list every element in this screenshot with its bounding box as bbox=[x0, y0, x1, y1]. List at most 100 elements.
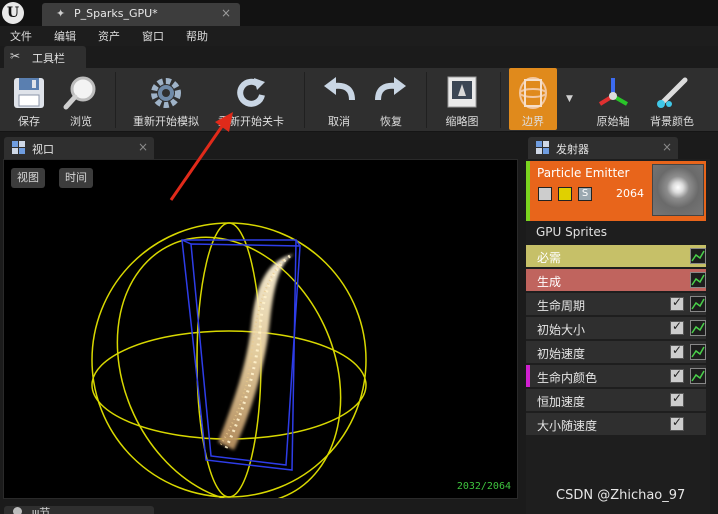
bottom-panel-tab[interactable]: ψ节 bbox=[4, 506, 154, 514]
curve-editor-icon[interactable] bbox=[690, 296, 706, 312]
module-enable-checkbox[interactable] bbox=[670, 319, 684, 335]
close-tab-icon[interactable]: × bbox=[221, 6, 231, 20]
bottom-panel-tab-label: ψ节 bbox=[32, 506, 51, 514]
origin-axis-label: 原始轴 bbox=[596, 115, 630, 128]
viewport-tab-label: 视口 bbox=[32, 143, 54, 156]
module-label: 生成 bbox=[537, 275, 562, 289]
particle-counter: 2032/2064 bbox=[456, 481, 511, 492]
solo-button[interactable]: S bbox=[578, 187, 592, 201]
background-color-icon bbox=[657, 77, 688, 108]
emitter-name: Particle Emitter bbox=[537, 166, 630, 180]
unreal-logo-icon[interactable]: U bbox=[2, 2, 24, 24]
undo-icon bbox=[324, 77, 355, 101]
module-initial-velocity[interactable]: 初始速度 bbox=[526, 341, 706, 363]
redo-label: 恢复 bbox=[380, 115, 402, 128]
emitter-header[interactable]: Particle Emitter S 2064 bbox=[526, 161, 706, 221]
module-lifetime[interactable]: 生命周期 bbox=[526, 293, 706, 315]
toolbar-tab[interactable]: ✂ 工具栏 bbox=[4, 46, 86, 68]
toolbar-separator bbox=[115, 72, 116, 128]
emitter-particle-count: 2064 bbox=[616, 187, 644, 200]
emitters-tab-label: 发射器 bbox=[556, 143, 589, 156]
thumbnail-icon bbox=[447, 76, 477, 108]
toolbar-separator bbox=[426, 72, 427, 128]
module-color-over-life[interactable]: 生命内颜色 bbox=[526, 365, 706, 387]
curve-editor-icon[interactable] bbox=[690, 248, 706, 264]
curve-editor-icon[interactable] bbox=[690, 272, 706, 288]
thumbnail-label: 缩略图 bbox=[445, 115, 479, 128]
thumbnail-button[interactable]: 缩略图 bbox=[436, 68, 488, 130]
title-bar: U ✦ P_Sparks_GPU* × bbox=[0, 0, 718, 26]
particle-viewport[interactable]: 视图 时间 2032/2064 bbox=[3, 159, 518, 499]
save-button[interactable]: 保存 bbox=[6, 68, 52, 130]
module-size-by-speed[interactable]: 大小随速度 bbox=[526, 413, 706, 435]
module-label: 生命周期 bbox=[537, 299, 586, 313]
curve-editor-icon[interactable] bbox=[690, 320, 706, 336]
module-enable-checkbox[interactable] bbox=[670, 415, 684, 431]
origin-axis-icon bbox=[598, 78, 628, 106]
gear-icon bbox=[151, 78, 181, 108]
module-required[interactable]: 必需 bbox=[526, 245, 706, 267]
document-tab-label: P_Sparks_GPU* bbox=[74, 7, 158, 20]
bounds-icon bbox=[519, 77, 547, 109]
background-color-label: 背景颜色 bbox=[650, 115, 694, 128]
undo-button[interactable]: 取消 bbox=[318, 68, 360, 130]
particle-system-icon: ✦ bbox=[56, 7, 66, 20]
module-spawn[interactable]: 生成 bbox=[526, 269, 706, 291]
module-label: 必需 bbox=[537, 251, 562, 265]
undo-label: 取消 bbox=[328, 115, 350, 128]
floppy-disk-icon bbox=[14, 78, 44, 108]
bounds-button[interactable]: 边界 bbox=[509, 68, 557, 130]
annotation-arrow-icon bbox=[169, 112, 233, 201]
module-enable-checkbox[interactable] bbox=[670, 367, 684, 383]
module-enable-checkbox[interactable] bbox=[670, 391, 684, 407]
wrench-icon: ✂ bbox=[10, 49, 21, 63]
emitters-tab[interactable]: 发射器 × bbox=[528, 137, 678, 159]
menu-file[interactable]: 文件 bbox=[10, 28, 32, 44]
emitter-thumbnail bbox=[652, 164, 704, 216]
module-label: 生命内颜色 bbox=[537, 371, 598, 385]
toolbar-tab-label: 工具栏 bbox=[32, 52, 65, 65]
toolbar: 保存 浏览 重新开始模拟 重新开始关卡 取消 恢复 缩略图 边界 ▼ 原始轴 背… bbox=[0, 68, 718, 132]
menu-edit[interactable]: 编辑 bbox=[54, 28, 76, 44]
viewport-scene bbox=[91, 222, 367, 498]
browse-button[interactable]: 浏览 bbox=[58, 68, 104, 130]
panel-icon bbox=[13, 507, 22, 514]
save-label: 保存 bbox=[18, 115, 40, 128]
menu-help[interactable]: 帮助 bbox=[186, 28, 208, 44]
curve-editor-icon[interactable] bbox=[690, 344, 706, 360]
module-const-acceleration[interactable]: 恒加速度 bbox=[526, 389, 706, 411]
module-label: 恒加速度 bbox=[537, 395, 586, 409]
emitter-render-mode-icon[interactable] bbox=[558, 187, 572, 201]
module-enable-checkbox[interactable] bbox=[670, 295, 684, 311]
viewport-grid-icon bbox=[12, 141, 25, 154]
emitter-type-label: GPU Sprites bbox=[536, 225, 607, 239]
close-tab-icon[interactable]: × bbox=[662, 140, 672, 154]
bounds-label: 边界 bbox=[522, 115, 544, 128]
redo-button[interactable]: 恢复 bbox=[370, 68, 412, 130]
curve-editor-icon[interactable] bbox=[690, 368, 706, 384]
module-initial-size[interactable]: 初始大小 bbox=[526, 317, 706, 339]
close-tab-icon[interactable]: × bbox=[138, 140, 148, 154]
module-label: 初始速度 bbox=[537, 347, 586, 361]
module-label: 初始大小 bbox=[537, 323, 586, 337]
bounds-dropdown-icon[interactable]: ▼ bbox=[566, 94, 573, 104]
emitter-grid-icon bbox=[536, 141, 549, 154]
toolbar-separator bbox=[500, 72, 501, 128]
emitter-enable-checkbox[interactable] bbox=[538, 187, 552, 201]
watermark: CSDN @Zhichao_97 bbox=[556, 488, 686, 503]
origin-axis-button[interactable]: 原始轴 bbox=[588, 68, 638, 130]
module-enable-checkbox[interactable] bbox=[670, 343, 684, 359]
redo-icon bbox=[375, 77, 406, 101]
menu-bar: 文件 编辑 资产 窗口 帮助 bbox=[0, 26, 718, 46]
menu-assets[interactable]: 资产 bbox=[98, 28, 120, 44]
menu-window[interactable]: 窗口 bbox=[142, 28, 164, 44]
viewport-tab[interactable]: 视口 × bbox=[4, 137, 154, 159]
magnifier-icon bbox=[63, 76, 96, 110]
toolbar-separator bbox=[304, 72, 305, 128]
emitters-panel: Particle Emitter S 2064 GPU Sprites 必需 生… bbox=[526, 159, 710, 514]
document-tab[interactable]: ✦ P_Sparks_GPU* × bbox=[42, 3, 240, 26]
time-menu-button[interactable]: 时间 bbox=[59, 168, 93, 188]
background-color-button[interactable]: 背景颜色 bbox=[644, 68, 700, 130]
module-label: 大小随速度 bbox=[537, 419, 598, 433]
view-menu-button[interactable]: 视图 bbox=[11, 168, 45, 188]
